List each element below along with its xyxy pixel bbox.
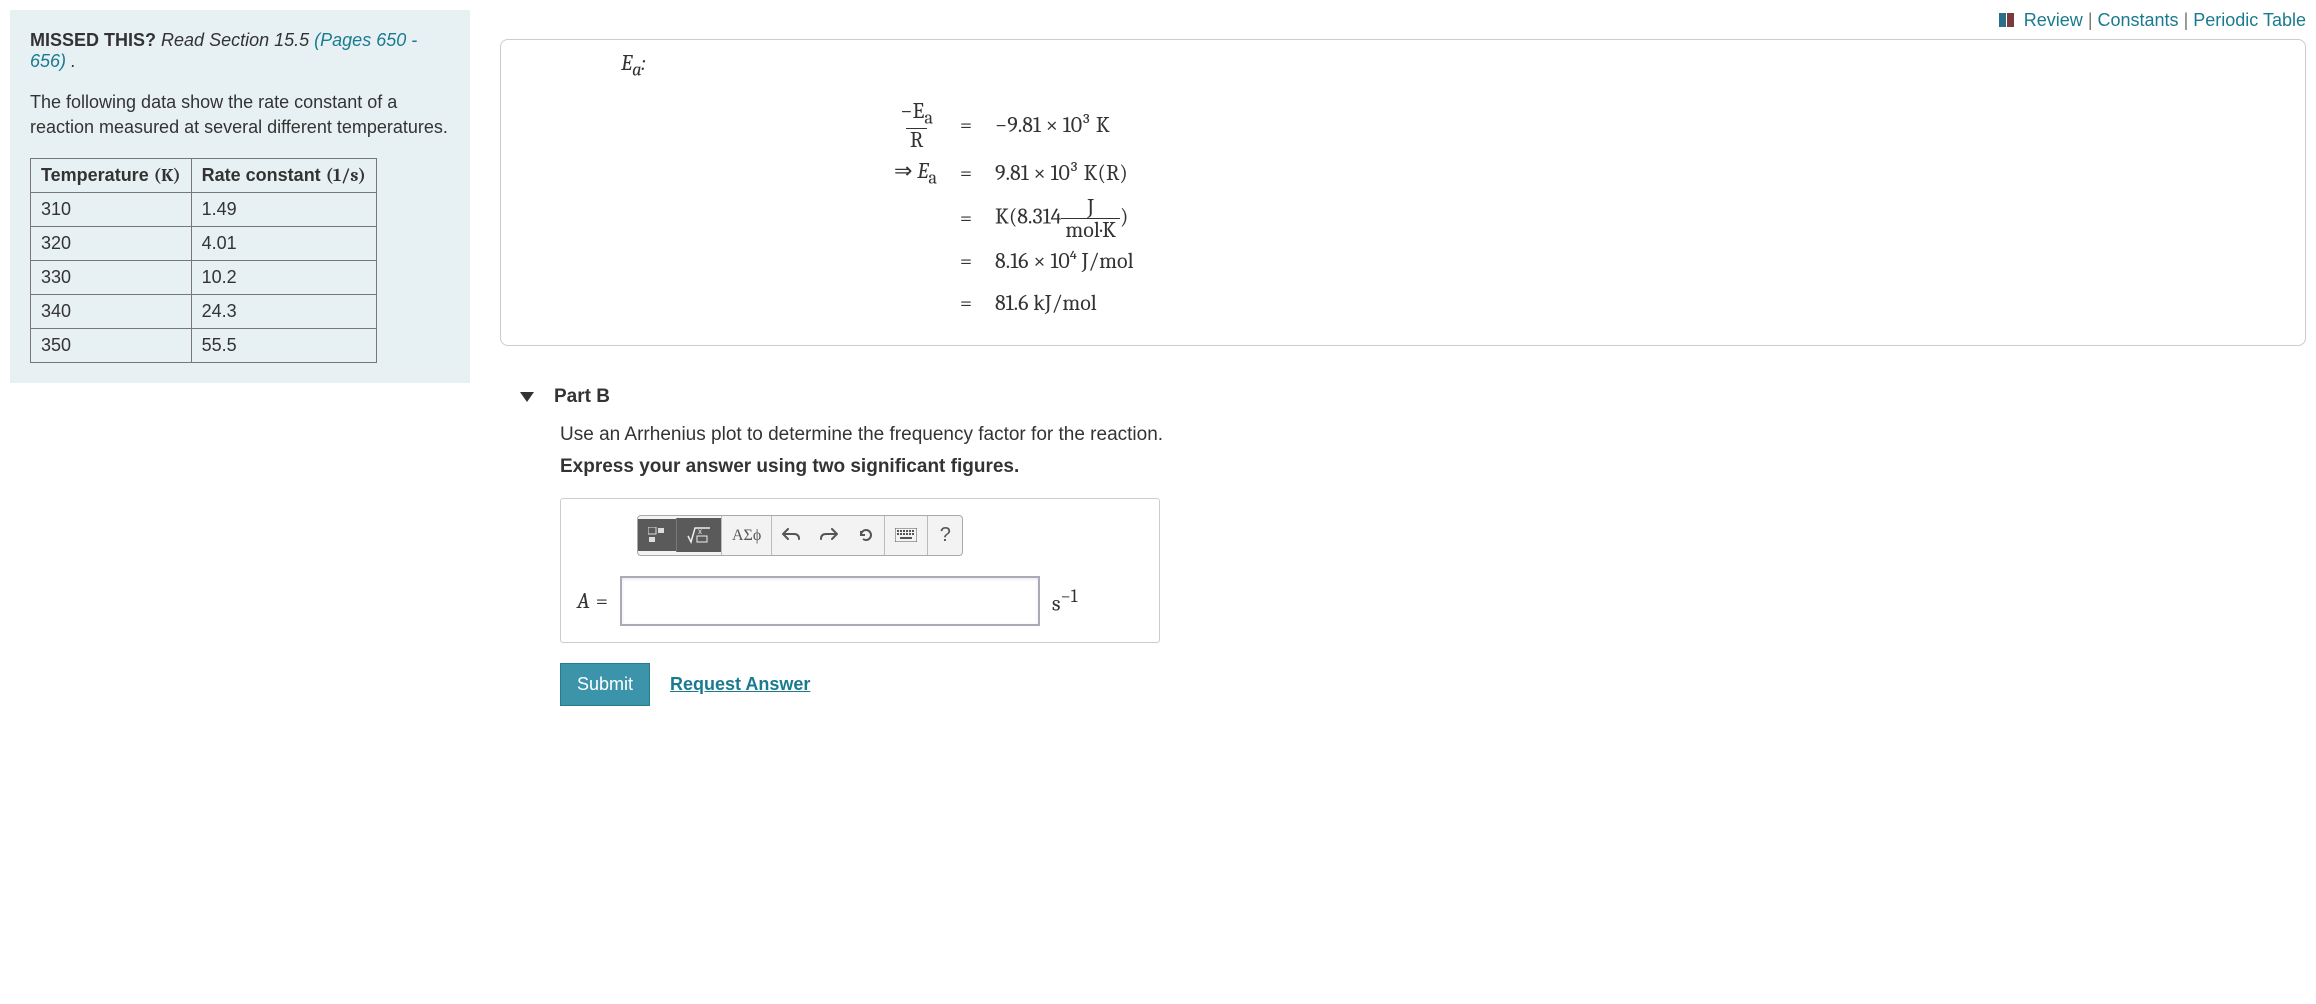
fraction-sqrt-button[interactable]: x: [676, 518, 721, 552]
top-links: Review | Constants | Periodic Table: [500, 10, 2306, 31]
data-table: Temperature (K) Rate constant (1/s) 310 …: [30, 158, 377, 363]
answer-label: A =: [577, 588, 608, 614]
problem-text: The following data show the rate constan…: [30, 90, 450, 140]
part-b-title: Part B: [554, 386, 610, 408]
missed-label: MISSED THIS?: [30, 30, 156, 50]
col-header-temp: Temperature (K): [31, 159, 192, 193]
part-b-instr2: Express your answer using two significan…: [560, 456, 2306, 478]
ea-header: Ea:: [621, 50, 2265, 80]
table-row: 330 10.2: [31, 261, 377, 295]
link-periodic-table[interactable]: Periodic Table: [2193, 10, 2306, 30]
table-row: 350 55.5: [31, 329, 377, 363]
link-review[interactable]: Review: [2024, 10, 2083, 30]
main-content: Review | Constants | Periodic Table Ea: …: [500, 10, 2306, 706]
part-b-body: Use an Arrhenius plot to determine the f…: [560, 424, 2306, 706]
link-constants[interactable]: Constants: [2098, 10, 2179, 30]
svg-text:x: x: [698, 527, 702, 536]
redo-button[interactable]: [810, 520, 848, 550]
request-answer-link[interactable]: Request Answer: [670, 674, 810, 695]
part-b-instr: Use an Arrhenius plot to determine the f…: [560, 424, 2306, 446]
part-b-header[interactable]: Part B: [520, 386, 2306, 408]
table-row: 340 24.3: [31, 295, 377, 329]
answer-input[interactable]: [620, 576, 1040, 626]
read-section: Read Section 15.5: [161, 30, 309, 50]
caret-down-icon: [520, 392, 534, 402]
math-toolbar: x ΑΣϕ: [637, 515, 963, 556]
greek-letters-button[interactable]: ΑΣϕ: [722, 518, 771, 553]
reset-button[interactable]: [848, 519, 884, 551]
submit-button[interactable]: Submit: [560, 663, 650, 706]
keyboard-button[interactable]: [885, 520, 927, 550]
col-header-rate: Rate constant (1/s): [191, 159, 376, 193]
undo-button[interactable]: [772, 520, 810, 550]
template-picker-button[interactable]: [638, 519, 676, 551]
answer-unit: s−1: [1052, 586, 1077, 616]
book-icon: [1999, 13, 2015, 27]
table-row: 310 1.49: [31, 193, 377, 227]
help-button[interactable]: ?: [928, 516, 962, 555]
solution-box: Ea: −Ea R = −9.81 × 10³ K ⇒ Ea: [500, 39, 2306, 346]
table-row: 320 4.01: [31, 227, 377, 261]
missed-this: MISSED THIS? Read Section 15.5 (Pages 65…: [30, 30, 450, 72]
answer-box: x ΑΣϕ: [560, 498, 1160, 643]
problem-sidebar: MISSED THIS? Read Section 15.5 (Pages 65…: [10, 10, 470, 383]
